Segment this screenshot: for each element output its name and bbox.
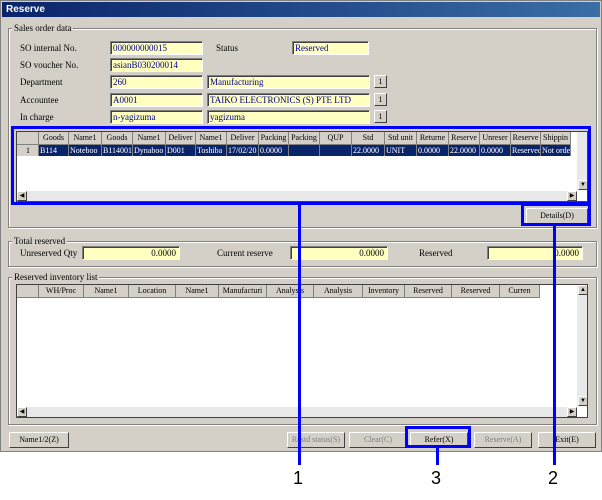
- callout-line-1: [298, 205, 301, 465]
- current-reserve-label: Current reserve: [217, 248, 273, 258]
- reserved-label: Reserved: [419, 248, 453, 258]
- inventory-grid-hscrollbar[interactable]: [17, 407, 577, 417]
- reserve-window: Reserve Sales order data SO internal No.…: [0, 0, 602, 452]
- inventory-grid-header[interactable]: Analysis: [267, 285, 314, 298]
- inventory-grid-header[interactable]: Curren: [500, 285, 540, 298]
- status-field[interactable]: Reserved: [292, 41, 369, 55]
- incharge-code-field[interactable]: n-yagizuma: [110, 110, 203, 124]
- callout-number-3: 3: [431, 468, 442, 488]
- callout-number-2: 2: [548, 468, 559, 488]
- department-label: Department: [20, 77, 63, 87]
- accountee-lookup-button[interactable]: 1: [374, 93, 387, 106]
- total-reserved-group-label: Total reserved: [12, 236, 68, 246]
- inventory-grid-header[interactable]: WH/Proc: [39, 285, 84, 298]
- inventory-grid-header[interactable]: Location: [129, 285, 176, 298]
- department-name-field: Manufacturing: [207, 75, 370, 89]
- inventory-grid-scroll-right[interactable]: ▶: [567, 407, 577, 417]
- inventory-grid-scrollbar[interactable]: [577, 285, 587, 406]
- inventory-grid-header[interactable]: [17, 285, 39, 298]
- current-reserve-field[interactable]: 0.0000: [290, 246, 388, 260]
- exit-button[interactable]: Exit(E): [538, 432, 596, 448]
- sales-order-group-label: Sales order data: [12, 23, 74, 33]
- inventory-grid-header[interactable]: Manufacturi: [219, 285, 267, 298]
- inventory-grid-scroll-down[interactable]: ▼: [578, 396, 587, 406]
- incharge-name-field: yagizuma: [207, 110, 370, 124]
- name12-button[interactable]: Name1/2(Z): [9, 432, 69, 448]
- inventory-grid-header[interactable]: Reserved: [452, 285, 500, 298]
- window-title: Reserve: [2, 2, 600, 17]
- accountee-label: Accountee: [20, 95, 59, 105]
- inventory-grid-header[interactable]: Reserved: [405, 285, 452, 298]
- inventory-grid-header[interactable]: Name1: [176, 285, 219, 298]
- so-voucher-label: SO voucher No.: [20, 60, 79, 70]
- restore-status-button[interactable]: Restd status(S): [287, 432, 345, 448]
- inventory-grid[interactable]: WH/Proc Name1 Location Name1 Manufacturi Anal…: [16, 284, 588, 418]
- callout-line-3: [436, 448, 439, 465]
- clear-button[interactable]: Clear(C): [349, 432, 407, 448]
- reserved-field: 0.0000: [487, 246, 583, 260]
- accountee-code-field[interactable]: A0001: [110, 93, 203, 107]
- inventory-grid-header[interactable]: Analysis: [314, 285, 363, 298]
- callout-box-3: [405, 426, 471, 448]
- callout-box-1: [11, 126, 591, 205]
- callout-number-1: 1: [293, 468, 304, 488]
- callout-box-2: [521, 203, 591, 226]
- unreserved-qty-field: 0.0000: [82, 246, 180, 260]
- so-voucher-field[interactable]: asianB030200014: [110, 58, 203, 72]
- inventory-grid-header[interactable]: Inventory: [363, 285, 405, 298]
- so-internal-label: SO internal No.: [20, 43, 77, 53]
- inventory-grid-scroll-up[interactable]: ▲: [578, 285, 587, 295]
- department-lookup-button[interactable]: 1: [374, 75, 387, 88]
- unreserved-qty-label: Unreserved Qty: [20, 248, 78, 258]
- inventory-grid-header[interactable]: Name1: [84, 285, 129, 298]
- incharge-label: In charge: [20, 112, 54, 122]
- callout-line-2: [553, 226, 556, 465]
- reserve-button[interactable]: Reserve(A): [474, 432, 532, 448]
- inventory-grid-scroll-left[interactable]: ◀: [17, 407, 27, 417]
- so-internal-field[interactable]: 000000000015: [110, 41, 203, 55]
- status-label: Status: [216, 43, 239, 53]
- inventory-group-label: Reserved inventory list: [12, 272, 100, 282]
- incharge-lookup-button[interactable]: 1: [374, 110, 387, 123]
- accountee-name-field: TAIKO ELECTRONICS (S) PTE LTD: [207, 93, 370, 107]
- department-code-field[interactable]: 260: [110, 75, 203, 89]
